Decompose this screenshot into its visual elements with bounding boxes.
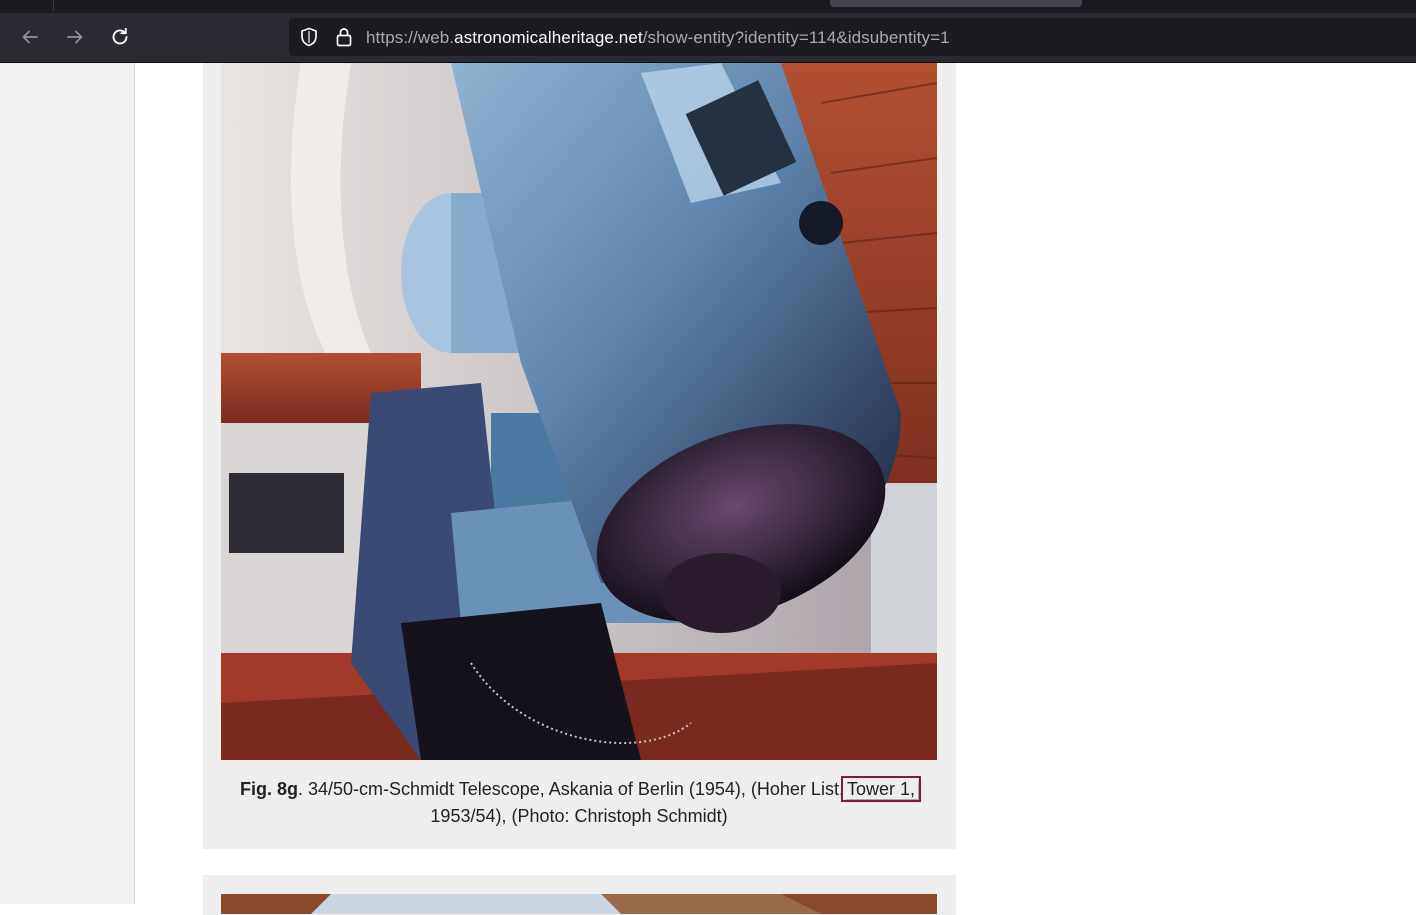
arrow-right-icon: [67, 30, 83, 44]
tab-divider: [53, 0, 54, 11]
caption-highlighted-text[interactable]: Tower 1,: [840, 776, 921, 802]
browser-tab[interactable]: [830, 0, 1082, 7]
arrow-left-icon: [22, 30, 38, 44]
caption-text-1: . 34/50-cm-Schmidt Telescope, Askania of…: [298, 779, 844, 799]
shield-icon[interactable]: [299, 27, 319, 47]
next-figure-photo-illustration: [221, 894, 937, 914]
forward-button[interactable]: [60, 23, 90, 51]
figure-caption: Fig. 8g. 34/50-cm-Schmidt Telescope, Ask…: [221, 776, 937, 830]
left-sidebar: [0, 63, 135, 904]
url-prefix: https://web.: [366, 28, 455, 47]
url-text[interactable]: https://web.astronomicalheritage.net/sho…: [366, 28, 950, 48]
navigation-toolbar: https://web.astronomicalheritage.net/sho…: [0, 13, 1416, 63]
tab-strip: [0, 0, 1416, 13]
page-content: Fig. 8g. 34/50-cm-Schmidt Telescope, Ask…: [0, 63, 1416, 915]
figure-label: Fig. 8g: [240, 779, 299, 799]
back-button[interactable]: [15, 23, 45, 51]
address-bar[interactable]: https://web.astronomicalheritage.net/sho…: [289, 18, 1416, 56]
caption-text-2: 1953/54), (Photo: Christoph Schmidt): [430, 806, 728, 826]
next-figure-card: [203, 875, 956, 915]
lock-icon[interactable]: [335, 27, 353, 47]
telescope-photo[interactable]: [221, 63, 937, 760]
reload-icon: [112, 27, 128, 45]
url-host: astronomicalheritage.net: [454, 28, 643, 47]
figure-card: Fig. 8g. 34/50-cm-Schmidt Telescope, Ask…: [203, 63, 956, 849]
reload-button[interactable]: [105, 23, 135, 51]
next-figure-photo[interactable]: [221, 894, 937, 914]
telescope-photo-illustration: [221, 63, 937, 760]
url-path: /show-entity?identity=114&idsubentity=1: [642, 28, 950, 47]
